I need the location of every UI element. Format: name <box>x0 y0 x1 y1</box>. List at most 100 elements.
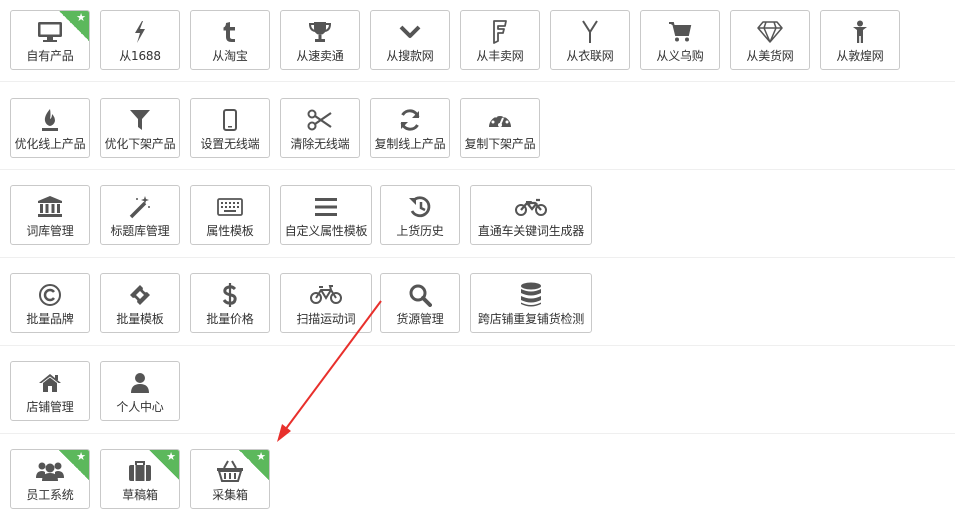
tile-label: 批量价格 <box>206 312 254 326</box>
tile-label: 从丰卖网 <box>476 49 524 63</box>
tile-label: 扫描运动词 <box>296 312 356 326</box>
tile-label: 从淘宝 <box>212 49 248 63</box>
tile-batch-brand[interactable]: 批量品牌 <box>10 273 90 333</box>
copyright-icon <box>38 283 62 307</box>
dashboard-icon <box>487 109 513 131</box>
row-divider <box>0 345 955 346</box>
tile-duplicate-detection[interactable]: 跨店铺重复铺货检测 <box>470 273 592 333</box>
refresh-icon <box>398 108 422 132</box>
tile-label: 从敦煌网 <box>836 49 884 63</box>
tile-copy-online[interactable]: 复制线上产品 <box>370 98 450 158</box>
tile-label: 复制下架产品 <box>464 137 536 151</box>
tile-thesaurus[interactable]: 词库管理 <box>10 185 90 245</box>
tile-from-soukuan[interactable]: 从搜款网 <box>370 10 450 70</box>
user-icon <box>130 372 150 394</box>
tile-listing-history[interactable]: 上货历史 <box>380 185 460 245</box>
tile-label: 草稿箱 <box>122 488 158 502</box>
tile-optimize-offline[interactable]: 优化下架产品 <box>100 98 180 158</box>
tile-from-yilian[interactable]: 从衣联网 <box>550 10 630 70</box>
tile-label: 批量模板 <box>116 312 164 326</box>
star-badge: ★ <box>59 450 89 480</box>
tile-scan-sport-words[interactable]: 扫描运动词 <box>280 273 372 333</box>
tile-store-management[interactable]: 店铺管理 <box>10 361 90 421</box>
tile-set-mobile[interactable]: 设置无线端 <box>190 98 270 158</box>
tumblr-t-icon <box>222 21 238 43</box>
star-badge: ★ <box>239 450 269 480</box>
tile-copy-offline[interactable]: 复制下架产品 <box>460 98 540 158</box>
tile-label: 店铺管理 <box>26 400 74 414</box>
y-letter-icon <box>581 20 599 44</box>
row-divider <box>0 257 955 258</box>
tile-from-taobao[interactable]: 从淘宝 <box>190 10 270 70</box>
bank-icon <box>37 196 63 218</box>
filter-icon <box>129 109 151 131</box>
tile-label: 从1688 <box>119 49 161 63</box>
star-badge: ★ <box>149 450 179 480</box>
search-icon <box>408 283 432 307</box>
tile-label: 优化线上产品 <box>14 137 86 151</box>
tile-title-library[interactable]: 标题库管理 <box>100 185 180 245</box>
tile-from-meihuo[interactable]: 从美货网 <box>730 10 810 70</box>
tile-label: 直通车关键词生成器 <box>477 224 585 238</box>
diamond-icon <box>757 21 783 43</box>
tile-clear-mobile[interactable]: 清除无线端 <box>280 98 360 158</box>
tile-label: 批量品牌 <box>26 312 74 326</box>
tile-label: 采集箱 <box>212 488 248 502</box>
tile-source-management[interactable]: 货源管理 <box>380 273 460 333</box>
tile-label: 复制线上产品 <box>374 137 446 151</box>
scissors-icon <box>307 109 333 131</box>
tile-attribute-template[interactable]: 属性模板 <box>190 185 270 245</box>
row-divider <box>0 81 955 82</box>
tile-from-yiwugo[interactable]: 从义乌购 <box>640 10 720 70</box>
database-icon <box>520 282 542 308</box>
lightning-icon <box>133 21 147 43</box>
tile-from-aliexpress[interactable]: 从速卖通 <box>280 10 360 70</box>
bicycle-icon <box>310 285 342 305</box>
star-badge: ★ <box>59 11 89 41</box>
tile-label: 设置无线端 <box>200 137 260 151</box>
tile-own-products[interactable]: ★ 自有产品 <box>10 10 90 70</box>
tile-optimize-online[interactable]: 优化线上产品 <box>10 98 90 158</box>
tile-label: 跨店铺重复铺货检测 <box>477 312 585 326</box>
tile-label: 从搜款网 <box>386 49 434 63</box>
tile-from-dhgate[interactable]: 从敦煌网 <box>820 10 900 70</box>
tile-label: 从义乌购 <box>656 49 704 63</box>
row-divider <box>0 433 955 434</box>
tile-custom-attribute-template[interactable]: 自定义属性模板 <box>280 185 372 245</box>
tile-label: 货源管理 <box>396 312 444 326</box>
tile-keyword-generator[interactable]: 直通车关键词生成器 <box>470 185 592 245</box>
annotation-arrow <box>277 300 382 442</box>
tile-label: 属性模板 <box>206 224 254 238</box>
ticket-icon <box>128 283 152 307</box>
tile-staff-system[interactable]: ★ 员工系统 <box>10 449 90 509</box>
tile-label: 词库管理 <box>26 224 74 238</box>
fire-icon <box>40 108 60 132</box>
star-icon: ★ <box>166 450 176 463</box>
tile-from-fengmai[interactable]: 从丰卖网 <box>460 10 540 70</box>
tile-from-1688[interactable]: 从1688 <box>100 10 180 70</box>
dollar-icon <box>222 283 238 307</box>
star-icon: ★ <box>256 450 266 463</box>
row-divider <box>0 169 955 170</box>
tile-label: 优化下架产品 <box>104 137 176 151</box>
tile-collection-box[interactable]: ★ 采集箱 <box>190 449 270 509</box>
tile-label: 从美货网 <box>746 49 794 63</box>
child-icon <box>852 20 868 44</box>
tile-batch-template[interactable]: 批量模板 <box>100 273 180 333</box>
mobile-icon <box>223 109 237 131</box>
tile-label: 从速卖通 <box>296 49 344 63</box>
home-icon <box>38 373 62 393</box>
magic-wand-icon <box>128 195 152 219</box>
motorcycle-icon <box>515 197 547 217</box>
tile-drafts[interactable]: ★ 草稿箱 <box>100 449 180 509</box>
tile-label: 从衣联网 <box>566 49 614 63</box>
star-icon: ★ <box>76 450 86 463</box>
tile-label: 员工系统 <box>26 488 74 502</box>
tile-personal-center[interactable]: 个人中心 <box>100 361 180 421</box>
keyboard-icon <box>217 198 243 216</box>
tile-label: 个人中心 <box>116 400 164 414</box>
trophy-icon <box>308 21 332 43</box>
shopping-cart-icon <box>668 21 692 43</box>
tile-batch-price[interactable]: 批量价格 <box>190 273 270 333</box>
tile-label: 标题库管理 <box>110 224 170 238</box>
